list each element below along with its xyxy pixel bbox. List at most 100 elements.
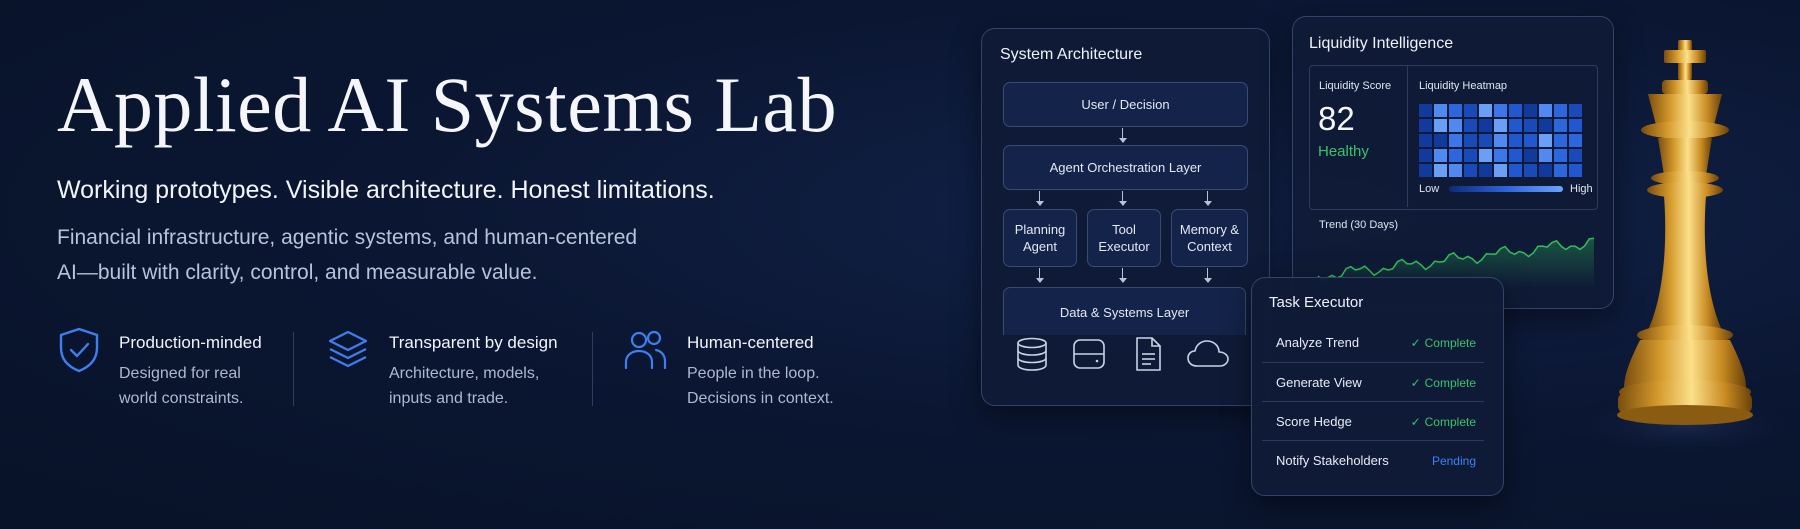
feature-description-line: Architecture, models, [389, 365, 540, 382]
memory-context-node: Memory & Context [1171, 209, 1248, 267]
tool-executor-node: Tool Executor [1087, 209, 1161, 267]
heatmap-cell [1464, 119, 1477, 132]
heatmap-cell [1479, 134, 1492, 147]
heatmap-cell [1434, 164, 1447, 177]
node-label: Tool [1112, 222, 1136, 237]
heatmap-cell [1539, 104, 1552, 117]
checkmark-icon: ✓ [1410, 376, 1421, 390]
heatmap-cell [1539, 149, 1552, 162]
heatmap-cell [1434, 104, 1447, 117]
heatmap-cell [1524, 119, 1537, 132]
flow-arrow [1119, 128, 1127, 143]
heatmap-cell [1509, 149, 1522, 162]
task-status-complete: ✓ Complete [1411, 376, 1476, 390]
task-status-pending: Pending [1431, 454, 1476, 468]
feature-description: Designed for real world constraints. [119, 361, 299, 411]
task-row[interactable]: Score Hedge ✓ Complete [1262, 401, 1484, 440]
heatmap-cell [1479, 104, 1492, 117]
heatmap-legend-low: Low [1419, 183, 1440, 195]
heatmap-cell [1434, 119, 1447, 132]
flow-arrow [1119, 191, 1127, 206]
hero-description-line-2: AI—built with clarity, control, and meas… [57, 261, 538, 284]
page-title: Applied AI Systems Lab [57, 61, 838, 148]
heatmap-cell [1479, 119, 1492, 132]
task-row[interactable]: Analyze Trend ✓ Complete [1262, 323, 1484, 361]
feature-description: Architecture, models, inputs and trade. [389, 361, 569, 411]
heatmap-cell [1554, 134, 1567, 147]
task-status-complete: ✓ Complete [1411, 415, 1476, 429]
node-label: Agent [1023, 239, 1057, 254]
liquidity-heatmap-label: Liquidity Heatmap [1419, 80, 1508, 92]
system-architecture-title: System Architecture [1000, 46, 1143, 63]
feature-description-line: Designed for real [119, 365, 241, 382]
heatmap-cell [1419, 119, 1432, 132]
hero-subtitle: Working prototypes. Visible architecture… [57, 176, 715, 204]
task-name: Score Hedge [1276, 414, 1352, 429]
node-label: Executor [1098, 239, 1150, 254]
flow-arrow [1036, 268, 1044, 283]
liquidity-score-value: 82 [1318, 100, 1355, 137]
data-systems-node: Data & Systems Layer [1003, 287, 1246, 335]
task-row[interactable]: Generate View ✓ Complete [1262, 362, 1484, 401]
agent-orchestration-node: Agent Orchestration Layer [1003, 145, 1248, 190]
cloud-icon [1187, 340, 1229, 367]
planning-agent-node: Planning Agent [1003, 209, 1077, 267]
task-name: Analyze Trend [1276, 335, 1360, 350]
node-label: Memory & [1179, 222, 1240, 237]
task-name: Notify Stakeholders [1276, 453, 1389, 468]
heatmap-cell [1569, 119, 1582, 132]
heatmap-cell [1464, 104, 1477, 117]
node-label: Planning [1014, 222, 1066, 237]
heatmap-cell [1509, 164, 1522, 177]
heatmap-cell [1524, 134, 1537, 147]
heatmap-cell [1419, 134, 1432, 147]
liquidity-heatmap [1419, 104, 1592, 177]
server-icon [1073, 339, 1105, 369]
layers-icon [328, 330, 368, 368]
flow-arrow [1204, 191, 1212, 206]
heatmap-cell [1419, 149, 1432, 162]
heatmap-cell [1479, 149, 1492, 162]
feature-description-line: Decisions in context. [687, 390, 834, 407]
heatmap-cell [1569, 149, 1582, 162]
liquidity-score-label: Liquidity Score [1319, 80, 1392, 92]
task-status-label: Complete [1424, 376, 1476, 390]
heatmap-cell [1524, 104, 1537, 117]
heatmap-cell [1449, 134, 1462, 147]
heatmap-cell [1569, 134, 1582, 147]
heatmap-cell [1494, 119, 1507, 132]
feature-description: People in the loop. Decisions in context… [687, 361, 867, 411]
checkmark-icon: ✓ [1410, 415, 1421, 429]
heatmap-cell [1494, 164, 1507, 177]
heatmap-cell [1449, 164, 1462, 177]
feature-description-line: inputs and trade. [389, 390, 509, 407]
heatmap-cell [1554, 149, 1567, 162]
flow-arrow [1204, 268, 1212, 283]
heatmap-cell [1494, 149, 1507, 162]
flow-arrow [1119, 268, 1127, 283]
heatmap-cell [1569, 104, 1582, 117]
user-decision-node: User / Decision [1003, 82, 1248, 127]
checkmark-icon: ✓ [1410, 336, 1421, 350]
hero-description-line-1: Financial infrastructure, agentic system… [57, 226, 638, 249]
task-status-label: Complete [1424, 336, 1476, 350]
document-icon [1136, 337, 1161, 371]
king-chess-piece-icon [1590, 40, 1795, 455]
liquidity-score-status: Healthy [1318, 143, 1369, 160]
liquidity-intelligence-title: Liquidity Intelligence [1309, 35, 1454, 52]
panel-divider [1407, 66, 1408, 207]
heatmap-cell [1449, 149, 1462, 162]
task-status-label: Complete [1424, 415, 1476, 429]
task-name: Generate View [1276, 375, 1362, 390]
heatmap-legend-bar [1449, 186, 1563, 192]
heatmap-cell [1539, 119, 1552, 132]
heatmap-cell [1509, 104, 1522, 117]
heatmap-cell [1539, 164, 1552, 177]
hero-description: Financial infrastructure, agentic system… [57, 220, 677, 290]
task-executor-title: Task Executor [1269, 294, 1364, 311]
heatmap-cell [1494, 134, 1507, 147]
feature-divider [592, 332, 593, 406]
task-row[interactable]: Notify Stakeholders Pending [1262, 440, 1484, 479]
heatmap-cell [1494, 104, 1507, 117]
heatmap-cell [1509, 119, 1522, 132]
